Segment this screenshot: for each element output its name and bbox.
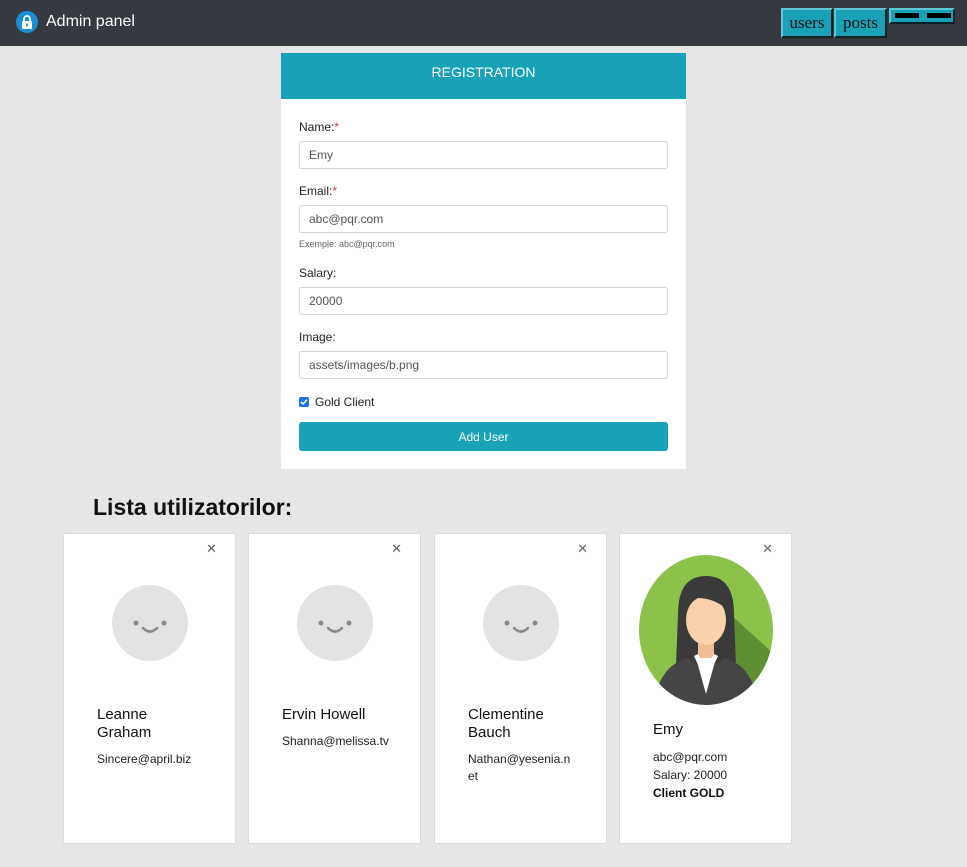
user-avatar-image [638,554,774,706]
app-title: Admin panel [46,13,135,30]
avatar-placeholder-icon [297,585,373,661]
menu-toggle-icon[interactable] [889,8,955,24]
close-icon[interactable]: ✕ [391,541,402,557]
user-name: Leanne Graham [97,706,152,741]
gold-client-checkbox[interactable] [299,397,309,407]
user-email: Nathan@yesenia.net [468,752,571,783]
gold-client-badge: Client GOLD [653,786,725,800]
user-name: Emy [653,721,683,738]
salary-label: Salary: [299,266,337,280]
top-navbar: Admin panel users posts [0,0,967,46]
image-field[interactable] [299,351,668,379]
user-card: ✕ Clementine Bauch Nathan@yesenia.net [434,533,607,844]
user-card: ✕ Ervin Howell Shanna@melissa.tv [248,533,421,844]
user-email: abc@pqr.com [653,750,728,764]
required-marker: * [334,120,340,134]
avatar-placeholder-icon [483,585,559,661]
name-field[interactable] [299,141,668,169]
user-email: Sincere@april.biz [97,752,192,766]
user-salary: Salary: 20000 [653,768,728,782]
gold-client-row: Gold Client [299,395,374,409]
email-help-text: Exemple: abc@pqr.com [299,239,395,249]
nav-users-button[interactable]: users [781,8,833,38]
user-name: Clementine Bauch [468,706,544,741]
registration-form: REGISTRATION Name:* Email:* Exemple: abc… [281,53,686,469]
required-marker: * [332,184,338,198]
gold-client-label: Gold Client [315,395,375,409]
close-icon[interactable]: ✕ [577,541,588,557]
close-icon[interactable]: ✕ [206,541,217,557]
avatar-placeholder-icon [112,585,188,661]
user-card: ✕ Leanne Graham Sincere@april.biz [63,533,236,844]
user-email: Shanna@melissa.tv [282,734,389,748]
email-label: Email:* [299,184,338,198]
user-name: Ervin Howell [282,706,366,723]
toggle-bar [895,13,919,18]
image-label: Image: [299,330,336,344]
lock-icon [16,11,38,33]
name-label: Name:* [299,120,340,134]
salary-field[interactable] [299,287,668,315]
add-user-button[interactable]: Add User [299,422,668,451]
form-header: REGISTRATION [281,53,686,99]
email-field[interactable] [299,205,668,233]
user-card: ✕ Emy abc@pqr.com Salary: 20000 Client G… [619,533,792,844]
toggle-bar [927,13,951,18]
user-list-title: Lista utilizatorilor: [93,494,293,520]
brand[interactable]: Admin panel [16,11,135,33]
nav-posts-button[interactable]: posts [834,8,887,38]
